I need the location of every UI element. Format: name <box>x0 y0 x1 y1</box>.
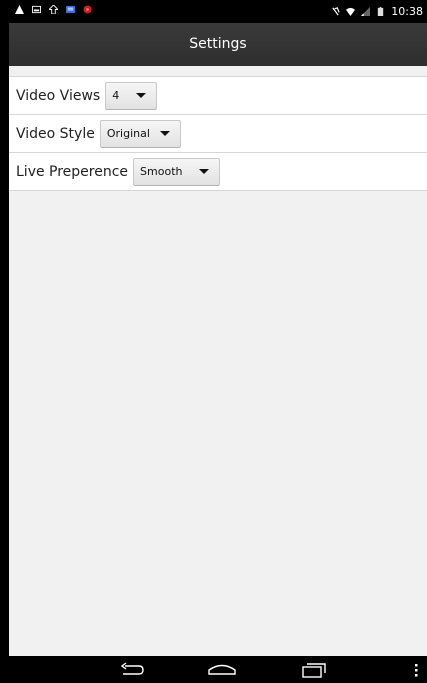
video-views-label: Video Views <box>16 87 101 104</box>
action-bar: Settings <box>9 23 427 66</box>
app-icon <box>66 5 75 14</box>
setting-row-video-views: Video Views 4 <box>9 77 427 115</box>
page-title: Settings <box>189 36 247 52</box>
app-screen: 10:38 Settings Video Views 4 Video Style… <box>9 0 427 683</box>
video-views-value: 4 <box>112 89 120 102</box>
setting-row-live-preference: Live Preperence Smooth <box>9 153 427 191</box>
back-icon[interactable] <box>119 661 145 679</box>
live-preference-value: Smooth <box>140 165 183 178</box>
menu-icon[interactable] <box>413 661 419 679</box>
video-style-label: Video Style <box>16 125 95 142</box>
video-style-value: Original <box>106 127 150 140</box>
warning-icon <box>15 5 24 14</box>
chevron-down-icon <box>159 131 170 136</box>
status-time: 10:38 <box>391 5 423 18</box>
mute-icon <box>332 7 340 16</box>
video-views-dropdown[interactable]: 4 <box>105 81 158 110</box>
live-preference-label: Live Preperence <box>16 163 129 180</box>
settings-list: Video Views 4 Video Style Original Live … <box>9 66 427 656</box>
setting-row-video-style: Video Style Original <box>9 115 427 153</box>
chevron-down-icon <box>136 93 147 98</box>
image-icon <box>32 5 41 14</box>
live-preference-dropdown[interactable]: Smooth <box>133 157 221 186</box>
status-bar: 10:38 <box>9 0 427 23</box>
wifi-icon <box>346 7 356 16</box>
signal-icon <box>361 7 371 16</box>
navigation-bar <box>0 656 427 683</box>
battery-icon <box>378 7 384 16</box>
recents-icon[interactable] <box>301 661 327 679</box>
video-style-dropdown[interactable]: Original <box>99 119 181 148</box>
upload-icon <box>49 5 58 14</box>
record-icon <box>83 5 92 14</box>
home-icon[interactable] <box>208 661 236 679</box>
chevron-down-icon <box>199 169 210 174</box>
